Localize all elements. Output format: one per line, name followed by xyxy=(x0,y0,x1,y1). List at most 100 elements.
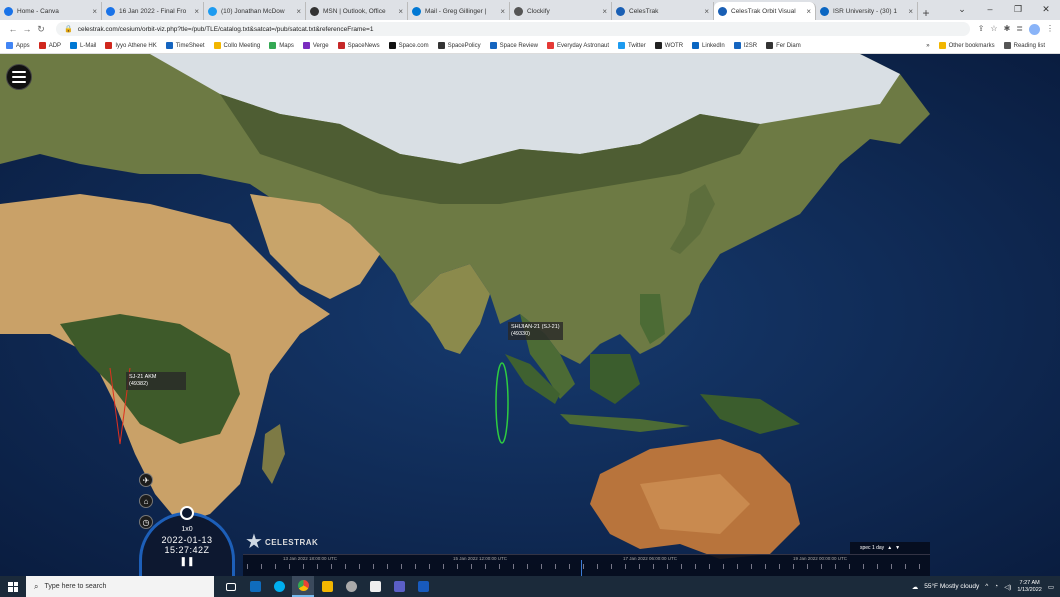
bookmark-item[interactable]: SpacePolicy xyxy=(437,42,481,49)
timeline-tick xyxy=(359,564,360,569)
browser-tab[interactable]: MSN | Outlook, Office × xyxy=(306,2,408,20)
new-tab-button[interactable]: + xyxy=(918,6,934,20)
teams-app-icon[interactable] xyxy=(388,576,410,597)
taskbar-search-box[interactable]: ⌕ Type here to search xyxy=(26,576,214,597)
hamburger-menu-button[interactable] xyxy=(6,64,32,90)
chevron-down-icon[interactable]: ⌄ xyxy=(948,0,976,20)
bookmark-label: Verge xyxy=(312,42,329,49)
network-icon[interactable]: ◔ xyxy=(994,583,998,590)
bookmarks-right: » Other bookmarks Reading list xyxy=(926,42,1054,49)
bookmark-item[interactable]: Apps xyxy=(6,42,30,49)
bookmark-star-icon[interactable]: ☆ xyxy=(990,24,997,35)
timeline-tick xyxy=(485,564,486,569)
close-window-button[interactable]: ✕ xyxy=(1032,0,1060,20)
browser-tab[interactable]: Home - Canva × xyxy=(0,2,102,20)
bookmark-item[interactable]: SpaceNews xyxy=(337,42,380,49)
arrow-up-icon[interactable]: ▲ xyxy=(887,545,892,551)
bookmark-item[interactable]: L-Mail xyxy=(70,42,96,49)
bookmark-item[interactable]: Space.com xyxy=(388,42,429,49)
close-tab-icon[interactable]: × xyxy=(296,7,301,16)
speed-dial-knob[interactable] xyxy=(180,506,194,520)
minimize-button[interactable]: – xyxy=(976,0,1004,20)
skype-app-icon[interactable] xyxy=(268,576,290,597)
tab-favicon-icon xyxy=(718,6,727,16)
calculator-app-icon[interactable] xyxy=(364,576,386,597)
timeline-tick xyxy=(261,564,262,569)
reading-list-icon[interactable]: ≣ xyxy=(1016,24,1023,35)
bookmark-item[interactable]: Twitter xyxy=(618,42,646,49)
toolbar-icons: ⇪ ☆ ✱ ≣ ⋮ xyxy=(978,23,1054,35)
profile-avatar[interactable] xyxy=(1029,23,1040,35)
earth-map[interactable] xyxy=(0,54,1060,576)
close-tab-icon[interactable]: × xyxy=(908,7,913,16)
bookmark-overflow[interactable]: » xyxy=(926,42,929,49)
browser-tab[interactable]: CelesTrak × xyxy=(612,2,714,20)
media-app-icon[interactable] xyxy=(340,576,362,597)
file-explorer-app-icon[interactable] xyxy=(316,576,338,597)
cesium-globe-view[interactable] xyxy=(0,54,1060,576)
bookmark-label: TimeSheet xyxy=(175,42,205,49)
clock-time: 15:27:42Z xyxy=(164,545,210,555)
bookmark-item[interactable]: Collo Meeting xyxy=(213,42,260,49)
start-button[interactable] xyxy=(0,581,26,592)
bookmark-item[interactable]: I2SR xyxy=(733,42,757,49)
bookmark-item[interactable]: Maps xyxy=(269,42,294,49)
bookmark-item[interactable]: Verge xyxy=(302,42,329,49)
home-icon[interactable]: ⌂ xyxy=(139,494,153,508)
close-tab-icon[interactable]: × xyxy=(602,7,607,16)
bookmark-item[interactable]: Iyyo Athene HK xyxy=(105,42,157,49)
close-tab-icon[interactable]: × xyxy=(704,7,709,16)
forward-button[interactable]: → xyxy=(20,24,34,34)
timeline-tick xyxy=(457,564,458,569)
restore-button[interactable]: ❐ xyxy=(1004,0,1032,20)
other-bookmarks[interactable]: Other bookmarks xyxy=(938,42,995,49)
browser-tab[interactable]: ISR University - (30) 1 × xyxy=(816,2,918,20)
task-view-button[interactable] xyxy=(220,576,242,597)
satellite-label-sj21-akm[interactable]: SJ-21 AKM (49382) xyxy=(126,372,186,390)
bookmark-item[interactable]: Fer Diam xyxy=(766,42,801,49)
close-tab-icon[interactable]: × xyxy=(806,7,811,16)
address-bar[interactable]: 🔒 celestrak.com/cesium/orbit-viz.php?tle… xyxy=(56,22,970,36)
tab-favicon-icon xyxy=(208,6,217,16)
taskbar-clock[interactable]: 7:27 AM 1/13/2022 xyxy=(1017,580,1041,594)
more-menu-icon[interactable]: ⋮ xyxy=(1046,24,1054,35)
extensions-icon[interactable]: ✱ xyxy=(1004,24,1011,35)
back-button[interactable]: ← xyxy=(6,24,20,34)
bookmark-item[interactable]: Everyday Astronaut xyxy=(547,42,609,49)
notifications-icon[interactable]: ▭ xyxy=(1048,583,1054,591)
bookmark-item[interactable]: WOTR xyxy=(654,42,683,49)
browser-tab[interactable]: (10) Jonathan McDow × xyxy=(204,2,306,20)
reading-list-label: Reading list xyxy=(1013,42,1045,49)
close-tab-icon[interactable]: × xyxy=(500,7,505,16)
browser-tab[interactable]: 16 Jan 2022 - Final Fro × xyxy=(102,2,204,20)
browser-tab[interactable]: CelesTrak Orbit Visual × xyxy=(714,2,816,20)
volume-icon[interactable]: ◁) xyxy=(1004,583,1011,591)
bookmark-item[interactable]: TimeSheet xyxy=(165,42,205,49)
outlook-app-icon[interactable] xyxy=(244,576,266,597)
share-icon[interactable]: ⇪ xyxy=(978,24,985,35)
close-tab-icon[interactable]: × xyxy=(92,7,97,16)
close-tab-icon[interactable]: × xyxy=(194,7,199,16)
browser-tab[interactable]: Clockify × xyxy=(510,2,612,20)
bookmark-favicon-icon xyxy=(70,42,78,49)
timeline-current-marker[interactable] xyxy=(581,560,582,577)
timeline-tick xyxy=(737,564,738,569)
weather-text[interactable]: 55°F Mostly cloudy xyxy=(924,583,979,590)
word-app-icon[interactable] xyxy=(412,576,434,597)
tray-overflow-icon[interactable]: ^ xyxy=(985,583,988,590)
chrome-app-icon[interactable] xyxy=(292,576,314,597)
bookmark-item[interactable]: ADP xyxy=(38,42,61,49)
browser-tab[interactable]: Mail - Greg Gillinger | × xyxy=(408,2,510,20)
timeline-speed-control[interactable]: spec 1 day ▲ ▼ xyxy=(850,542,930,554)
pause-icon[interactable]: ❚❚ xyxy=(142,556,232,567)
close-tab-icon[interactable]: × xyxy=(398,7,403,16)
reload-button[interactable]: ↻ xyxy=(34,24,48,35)
bookmark-label: Twitter xyxy=(628,42,646,49)
bookmark-item[interactable]: LinkedIn xyxy=(692,42,725,49)
satellite-icon[interactable]: ✈ xyxy=(139,473,153,487)
bookmark-item[interactable]: Space Review xyxy=(489,42,538,49)
reading-list[interactable]: Reading list xyxy=(1003,42,1045,49)
arrow-down-icon[interactable]: ▼ xyxy=(895,545,900,551)
satellite-label-sj21[interactable]: SHIJIAN-21 (SJ-21) (49330) xyxy=(508,322,563,340)
timeline-bar[interactable]: 13 Jan 2022 18:00:00 UTC 15 Jan 2022 12:0… xyxy=(243,554,930,577)
